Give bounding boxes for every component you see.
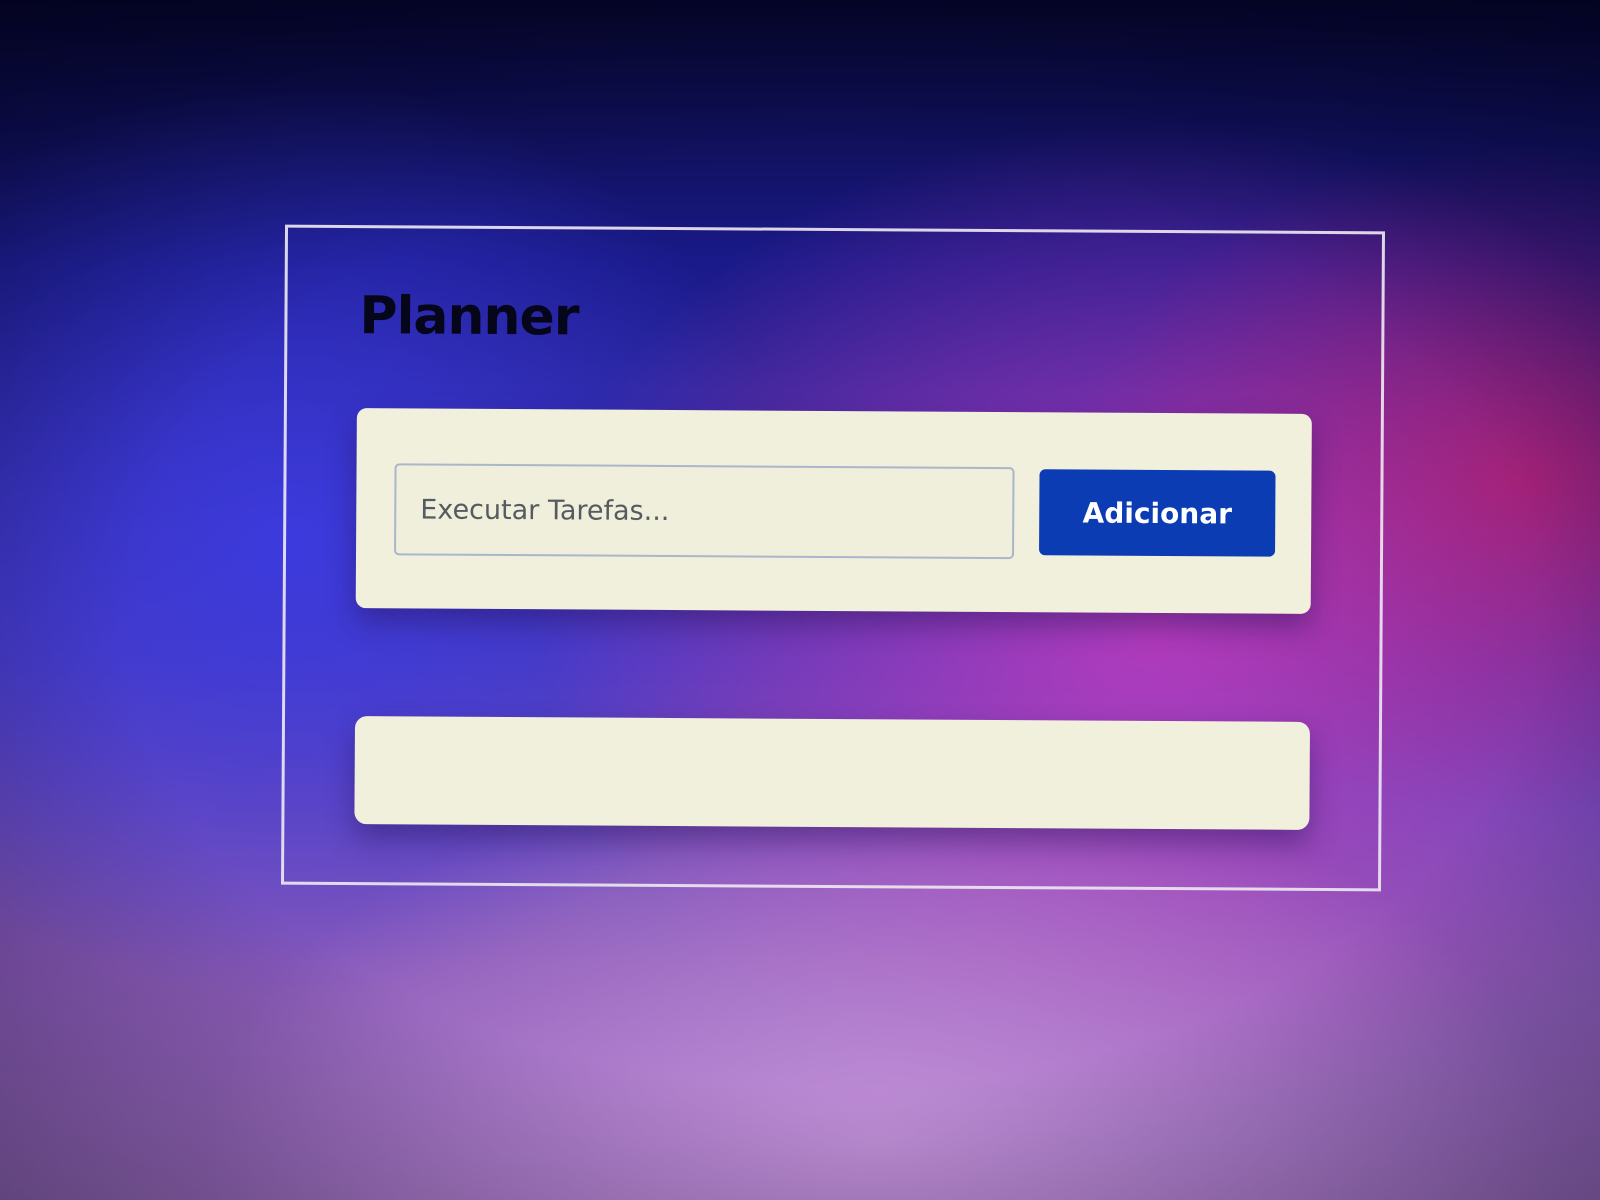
task-form-card: Adicionar [355, 408, 1312, 614]
task-list [354, 716, 1311, 830]
add-task-button[interactable]: Adicionar [1039, 469, 1276, 557]
page-title: Planner [359, 286, 579, 348]
task-input[interactable] [394, 463, 1015, 560]
app-frame: Planner Adicionar [280, 224, 1386, 892]
